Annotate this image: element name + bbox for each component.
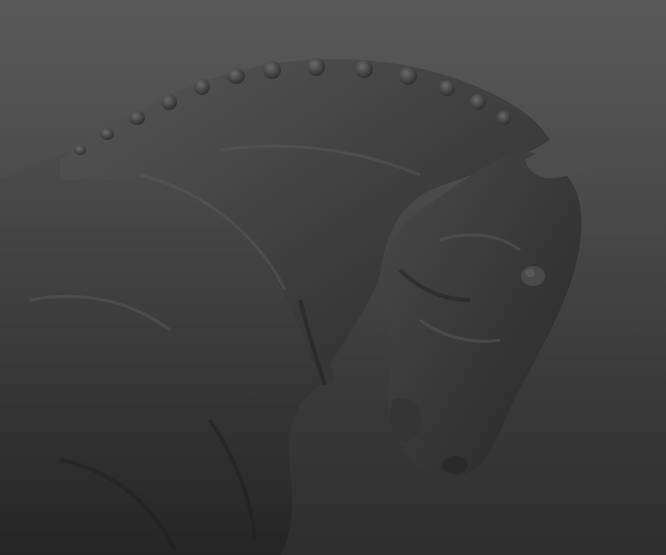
horse-nostril <box>442 456 468 474</box>
horse-ear <box>525 149 632 179</box>
3d-viewport[interactable] <box>0 0 666 555</box>
horse-sculpt-render <box>0 58 632 555</box>
